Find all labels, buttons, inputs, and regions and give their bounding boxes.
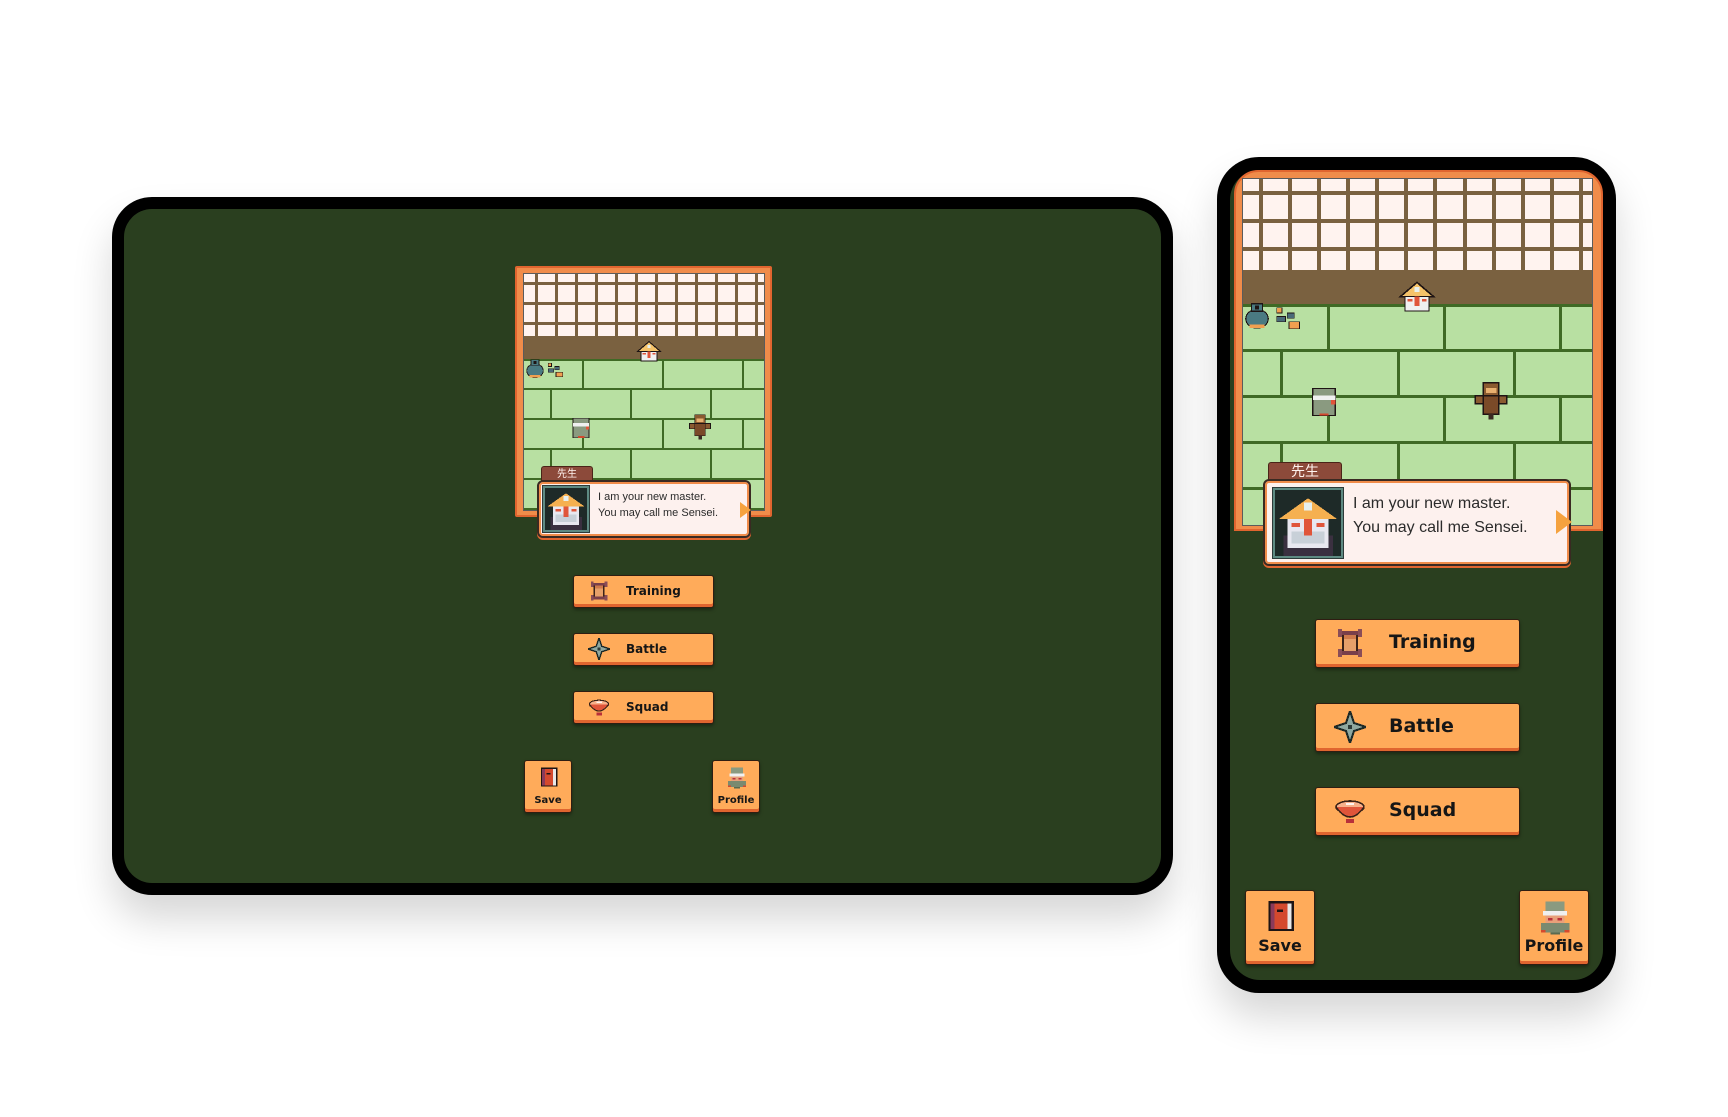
button-label: Squad [626, 700, 669, 715]
save-label: Save [1258, 936, 1302, 955]
button-label: Battle [1389, 715, 1454, 738]
scroll-icon [588, 580, 610, 602]
ninja-sprite [568, 415, 594, 441]
shoji-bar [524, 302, 764, 305]
shoji-bar [1243, 247, 1592, 251]
floor-seam [662, 419, 664, 449]
floor-seam [1559, 396, 1562, 442]
floor-seam [662, 359, 664, 389]
floor-seam [524, 418, 764, 420]
floor-seam [524, 448, 764, 450]
pot-sprite [524, 357, 546, 379]
bowl-icon [1334, 795, 1366, 827]
monkey-sprite [1470, 380, 1512, 422]
save-button[interactable]: Save [524, 760, 572, 813]
save-book-icon [1264, 899, 1298, 933]
save-book-icon [538, 766, 560, 788]
sensei-sprite [636, 340, 662, 366]
dialog-line: I am your new master. [1353, 495, 1511, 512]
floor-seam [710, 449, 712, 479]
floor-seam [582, 359, 584, 389]
floor-seam [550, 389, 552, 419]
shoji-wall [524, 274, 764, 336]
save-label: Save [534, 794, 562, 806]
floor-seam [1327, 304, 1330, 350]
shoji-bar [524, 282, 764, 285]
squad-button[interactable]: Squad [1315, 787, 1520, 836]
floor-seam [1243, 394, 1592, 398]
profile-label: Profile [1524, 936, 1584, 955]
rocks-sprite [1275, 306, 1303, 334]
floor-seam [1243, 348, 1592, 352]
floor-seam [524, 388, 764, 390]
dialog-line: You may call me Sensei. [598, 506, 719, 519]
profile-ninja-icon [1536, 899, 1574, 937]
floor-seam [1397, 350, 1400, 396]
dialog-line: You may call me Sensei. [1353, 519, 1528, 536]
floor-seam [1443, 396, 1446, 442]
floor-seam [1513, 350, 1516, 396]
button-label: Battle [626, 642, 667, 657]
profile-button[interactable]: Profile [1519, 890, 1589, 965]
floor-seam [1559, 304, 1562, 350]
squad-button[interactable]: Squad [573, 691, 714, 724]
floor-seam [630, 389, 632, 419]
floor-seam [1243, 440, 1592, 444]
profile-label: Profile [717, 794, 755, 806]
floor-seam [630, 449, 632, 479]
shoji-wall [1243, 179, 1592, 270]
battle-button[interactable]: Battle [573, 633, 714, 666]
sensei-portrait [1272, 487, 1344, 559]
floor-seam [1280, 350, 1283, 396]
bowl-icon [588, 696, 610, 718]
button-label: Squad [1389, 799, 1457, 822]
pot-sprite [1242, 300, 1272, 330]
shuriken-icon [585, 635, 613, 662]
profile-button[interactable]: Profile [712, 760, 760, 813]
training-button[interactable]: Training [1315, 619, 1520, 668]
button-label: Training [1389, 631, 1476, 654]
profile-ninja-icon [725, 766, 749, 790]
monkey-sprite [686, 413, 714, 441]
shuriken-icon [1330, 707, 1370, 746]
dialog-next-arrow-icon[interactable] [1556, 510, 1572, 534]
shoji-bar [524, 322, 764, 325]
floor-seam [742, 419, 744, 449]
button-label: Training [626, 584, 681, 599]
rocks-sprite [547, 362, 565, 380]
training-button[interactable]: Training [573, 575, 714, 608]
shoji-bar [1243, 219, 1592, 223]
sensei-sprite [1398, 280, 1436, 318]
save-button[interactable]: Save [1245, 890, 1315, 965]
ninja-sprite [1306, 384, 1342, 420]
floor-seam [1443, 304, 1446, 350]
shoji-bar [1243, 191, 1592, 195]
battle-button[interactable]: Battle [1315, 703, 1520, 752]
dialog-next-arrow-icon[interactable] [740, 502, 751, 518]
sensei-portrait [542, 485, 590, 533]
scroll-icon [1334, 627, 1366, 659]
dialog-line: I am your new master. [598, 490, 707, 503]
floor-seam [742, 359, 744, 389]
